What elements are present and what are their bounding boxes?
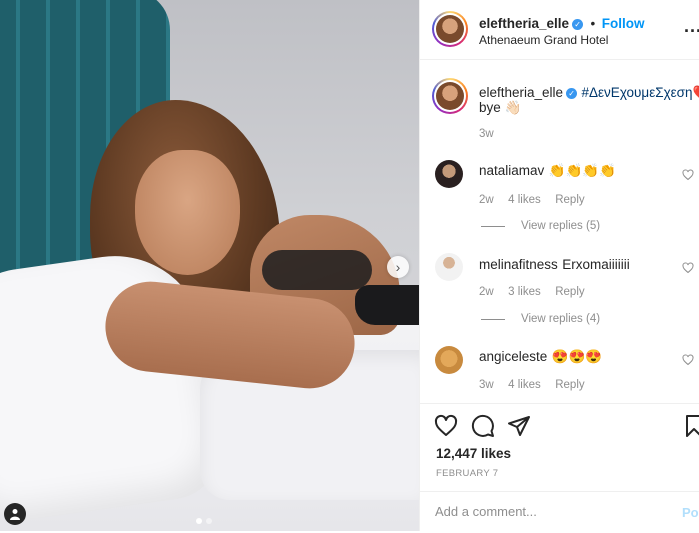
view-replies-label: View replies (5): [521, 220, 601, 232]
caption-hashtag[interactable]: #ΔενΕχουμεΣχεση💔: [582, 85, 699, 100]
header-author-line: eleftheria_elle ✓ • Follow: [479, 15, 644, 33]
photo-figure-face: [135, 150, 240, 275]
add-comment-input[interactable]: [435, 504, 675, 519]
comment-body: nataliamav 👏👏👏👏: [479, 162, 616, 180]
user-tag-icon: [10, 509, 20, 520]
comment-username[interactable]: angiceleste: [479, 349, 547, 364]
comment-meta: 2w 4 likes Reply: [479, 190, 585, 208]
carousel-dot: [196, 518, 202, 524]
post-panel: eleftheria_elle ✓ • Follow Athenaeum Gran…: [419, 0, 699, 531]
caption-time[interactable]: 3w: [479, 128, 494, 140]
comment-time[interactable]: 2w: [479, 194, 494, 206]
post-comment-button[interactable]: Post: [682, 505, 699, 520]
photo-figure-bottom: [355, 285, 419, 325]
comment-avatar[interactable]: [435, 253, 463, 281]
post-photo[interactable]: ›: [0, 0, 419, 531]
comment-body: melinafitness Erxomaiiiiiii: [479, 256, 630, 274]
photo-figure-top: [262, 250, 372, 290]
chevron-right-icon: ›: [395, 259, 401, 275]
post-location[interactable]: Athenaeum Grand Hotel: [479, 33, 608, 47]
caption-username[interactable]: eleftheria_elle: [479, 85, 563, 100]
caption-text: bye 👋🏻: [479, 100, 522, 115]
bookmark-icon[interactable]: [682, 414, 699, 438]
comment-username[interactable]: nataliamav: [479, 163, 544, 178]
post-actions: 12,447 likes FEBRUARY 7 Post: [420, 403, 699, 532]
comment-avatar[interactable]: [435, 346, 463, 374]
author-username[interactable]: eleftheria_elle: [479, 16, 569, 31]
header-separator: •: [590, 16, 596, 31]
carousel-dot: [206, 518, 212, 524]
likes-count[interactable]: 12,447 likes: [436, 446, 511, 461]
comment-box: Post: [420, 491, 699, 533]
comment-likes[interactable]: 4 likes: [508, 194, 541, 206]
user-tag-button[interactable]: [4, 503, 26, 525]
comment-reply-button[interactable]: Reply: [555, 379, 584, 391]
comment-icon[interactable]: [471, 414, 495, 438]
post-date: FEBRUARY 7: [436, 468, 499, 479]
comment-likes[interactable]: 4 likes: [508, 379, 541, 391]
comment-reply-button[interactable]: Reply: [555, 286, 584, 298]
follow-button[interactable]: Follow: [602, 16, 645, 31]
comment-like-heart-icon[interactable]: [682, 354, 694, 366]
author-avatar[interactable]: [432, 11, 468, 47]
view-replies-button[interactable]: View replies (5): [481, 220, 600, 232]
comment-meta: 2w 3 likes Reply: [479, 282, 585, 300]
comment-time[interactable]: 3w: [479, 379, 494, 391]
comment-like-heart-icon[interactable]: [682, 262, 694, 274]
view-replies-button[interactable]: View replies (4): [481, 313, 600, 325]
verified-badge-icon: ✓: [572, 19, 584, 30]
comment-like-heart-icon[interactable]: [682, 169, 694, 181]
view-replies-label: View replies (4): [521, 313, 601, 325]
comment-username[interactable]: melinafitness: [479, 257, 558, 272]
comment-reply-button[interactable]: Reply: [555, 194, 584, 206]
verified-badge-icon: ✓: [566, 88, 578, 99]
comment-likes[interactable]: 3 likes: [508, 286, 541, 298]
share-icon[interactable]: [507, 414, 531, 438]
comment-text: 😍😍😍: [551, 349, 603, 364]
heart-icon[interactable]: [434, 414, 458, 438]
comment-meta: 3w 4 likes Reply: [479, 375, 585, 393]
carousel-next-button[interactable]: ›: [387, 256, 409, 278]
comment-text: Erxomaiiiiiii: [562, 257, 630, 272]
comment-time[interactable]: 2w: [479, 286, 494, 298]
carousel-dots: [196, 518, 212, 524]
post-header: eleftheria_elle ✓ • Follow Athenaeum Gran…: [420, 0, 699, 60]
more-options-button[interactable]: ...: [684, 16, 699, 37]
comment-text: 👏👏👏👏: [548, 163, 616, 178]
comment-avatar[interactable]: [435, 160, 463, 188]
comment-body: angiceleste 😍😍😍: [479, 348, 602, 366]
caption-author-avatar[interactable]: [432, 78, 468, 114]
